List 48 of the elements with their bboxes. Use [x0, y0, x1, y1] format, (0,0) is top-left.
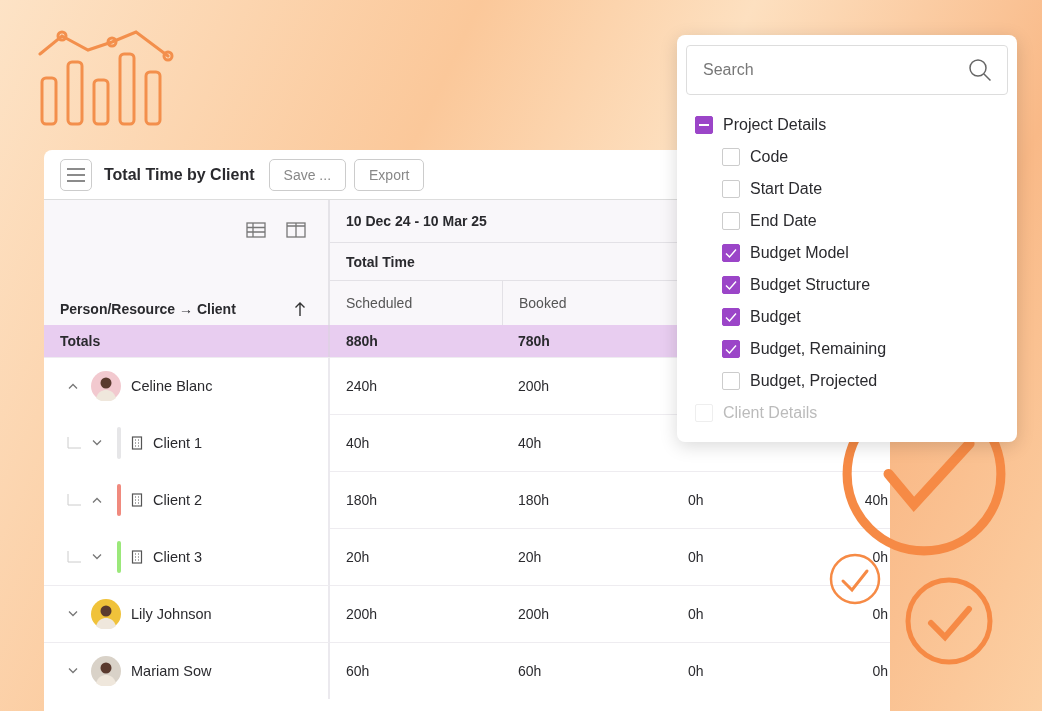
table-cell: 780h: [518, 333, 550, 349]
column-header: Booked: [519, 295, 567, 311]
table-cell: 20h: [346, 549, 370, 565]
period-header: 10 Dec 24 - 10 Mar 25: [346, 213, 487, 229]
table-cell: 0h: [688, 663, 704, 679]
client-name: Client 3: [153, 548, 203, 565]
table-cell: 0h: [872, 549, 888, 565]
table-cell: 0h: [688, 492, 704, 508]
table-cell: 180h: [346, 492, 378, 508]
table-cell: 200h: [518, 378, 550, 394]
table-cell: 200h: [346, 606, 378, 622]
search-field[interactable]: Search: [686, 45, 1008, 95]
table-cell: 0h: [872, 606, 888, 622]
option-label: End Date: [750, 212, 817, 230]
option-label: Project Details: [723, 116, 827, 134]
option-label: Code: [750, 148, 789, 166]
table-cell: 40h: [518, 435, 542, 451]
column-header: Person/Resource → Client: [60, 301, 236, 317]
table-cell: 200h: [518, 606, 550, 622]
option-label: Budget Structure: [750, 276, 871, 294]
client-name: Client 1: [153, 434, 203, 451]
report-title: Total Time by Client: [104, 165, 255, 184]
table-cell: 40h: [864, 492, 888, 508]
person-name: Celine Blanc: [131, 378, 213, 394]
option-label: Budget, Projected: [750, 372, 878, 390]
table-cell: 0h: [688, 549, 704, 565]
table-cell: 60h: [346, 663, 370, 679]
toolbar-button[interactable]: Export: [354, 158, 425, 191]
column-header: Scheduled: [346, 295, 413, 311]
option-label: Budget: [750, 308, 801, 326]
totals-label: Totals: [60, 333, 101, 349]
person-name: Mariam Sow: [131, 663, 212, 679]
option-label: Budget, Remaining: [750, 340, 887, 358]
table-cell: 880h: [346, 333, 378, 349]
table-cell: 240h: [346, 378, 378, 394]
table-cell: 180h: [518, 492, 550, 508]
toolbar-button[interactable]: Save ...: [268, 158, 346, 191]
table-cell: 0h: [688, 606, 704, 622]
option-label: Budget Model: [750, 244, 849, 262]
client-name: Client 2: [153, 491, 203, 508]
table-cell: 40h: [346, 435, 370, 451]
option-label: Start Date: [750, 180, 823, 198]
option-label: Client Details: [723, 404, 818, 422]
person-name: Lily Johnson: [131, 606, 212, 622]
table-cell: 20h: [518, 549, 542, 565]
table-cell: 0h: [872, 663, 888, 679]
table-cell: 60h: [518, 663, 542, 679]
group-header: Total Time: [346, 253, 415, 270]
